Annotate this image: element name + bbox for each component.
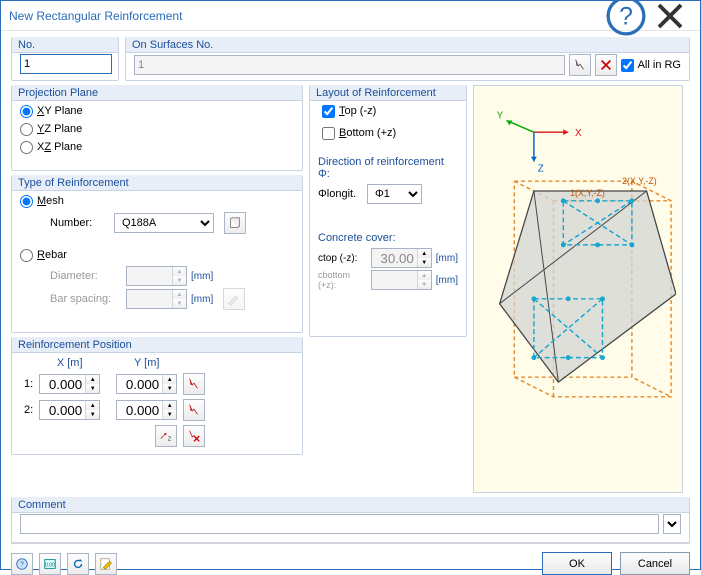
help-button-icon[interactable]: ? — [11, 553, 33, 575]
group-type: Type of Reinforcement Mesh Number: Q188A… — [11, 175, 303, 333]
window-buttons: ? — [604, 2, 692, 30]
phi-select[interactable]: Φ1 — [367, 184, 422, 204]
group-comment: Comment — [11, 497, 690, 543]
window-title: New Rectangular Reinforcement — [9, 9, 604, 23]
group-surfaces: On Surfaces No. All in RG — [125, 37, 690, 81]
help-icon[interactable]: ? — [604, 2, 648, 30]
delete-point-icon[interactable] — [183, 425, 205, 447]
mesh-number-select[interactable]: Q188A — [114, 213, 214, 233]
all-in-rg-check[interactable]: All in RG — [621, 56, 681, 74]
comment-dropdown[interactable] — [663, 514, 681, 534]
svg-text:X: X — [575, 128, 582, 139]
radio-xz-plane[interactable]: XZ Plane — [20, 138, 294, 156]
group-layout: Layout of Reinforcement Top (-z) Bottom … — [309, 85, 467, 337]
pos-1x-spin[interactable]: ▲▼ — [39, 374, 100, 394]
pos-2x-spin[interactable]: ▲▼ — [39, 400, 100, 420]
barspacing-spin: ▲▼ — [126, 289, 187, 309]
position-table: X [m] Y [m] 1: ▲▼ ▲▼ 2: ▲▼ — [20, 354, 209, 450]
top-check[interactable]: Top (-z) — [322, 102, 458, 120]
group-position: Reinforcement Position X [m] Y [m] 1: ▲▼… — [11, 337, 303, 455]
cover-legend: Concrete cover: — [318, 232, 458, 244]
cbottom-spin: ▲▼ — [371, 270, 432, 290]
titlebar: New Rectangular Reinforcement ? — [1, 1, 700, 31]
mesh-library-icon[interactable] — [224, 212, 246, 234]
swap-points-icon[interactable]: 2→1 — [155, 425, 177, 447]
pos-2y-spin[interactable]: ▲▼ — [116, 400, 177, 420]
footer: ? 0.00 OK Cancel — [11, 543, 690, 575]
surfaces-input — [134, 55, 565, 75]
units-button-icon[interactable]: 0.00 — [39, 553, 61, 575]
svg-text:2(X,Y,-Z): 2(X,Y,-Z) — [622, 176, 657, 186]
svg-text:2→1: 2→1 — [168, 435, 173, 442]
clear-surfaces-icon[interactable] — [595, 54, 617, 76]
group-no: No. — [11, 37, 119, 81]
pick-point2-icon[interactable] — [183, 399, 205, 421]
radio-yz-plane[interactable]: YZ Plane — [20, 120, 294, 138]
reset-button-icon[interactable] — [67, 553, 89, 575]
pick-point1-icon[interactable] — [183, 373, 205, 395]
comment-input[interactable] — [20, 514, 659, 534]
preview-panel: X Y Z — [473, 85, 683, 493]
direction-legend: Direction of reinforcement Φ: — [318, 156, 458, 180]
svg-text:Z: Z — [538, 163, 544, 174]
svg-text:?: ? — [20, 561, 24, 568]
radio-xy-plane[interactable]: XY Plane — [20, 102, 294, 120]
svg-text:Y: Y — [497, 110, 504, 121]
bottom-check[interactable]: Bottom (+z) — [322, 124, 458, 142]
pos-1y-spin[interactable]: ▲▼ — [116, 374, 177, 394]
preview-svg: X Y Z — [480, 92, 676, 486]
ctop-spin[interactable]: ▲▼ — [371, 248, 432, 268]
edit-button-icon[interactable] — [95, 553, 117, 575]
svg-text:0.00: 0.00 — [45, 562, 55, 568]
rebar-pick-icon — [223, 288, 245, 310]
ok-button[interactable]: OK — [542, 552, 612, 575]
close-icon[interactable] — [648, 2, 692, 30]
svg-text:1(X,Y,-Z): 1(X,Y,-Z) — [570, 188, 605, 198]
svg-text:?: ? — [619, 3, 633, 30]
diameter-spin: ▲▼ — [126, 266, 187, 286]
radio-mesh[interactable]: Mesh — [20, 192, 294, 210]
group-projection: Projection Plane XY Plane YZ Plane XZ Pl… — [11, 85, 303, 171]
no-input[interactable] — [20, 54, 112, 74]
radio-rebar[interactable]: Rebar — [20, 246, 294, 264]
pick-surfaces-icon[interactable] — [569, 54, 591, 76]
cancel-button[interactable]: Cancel — [620, 552, 690, 575]
